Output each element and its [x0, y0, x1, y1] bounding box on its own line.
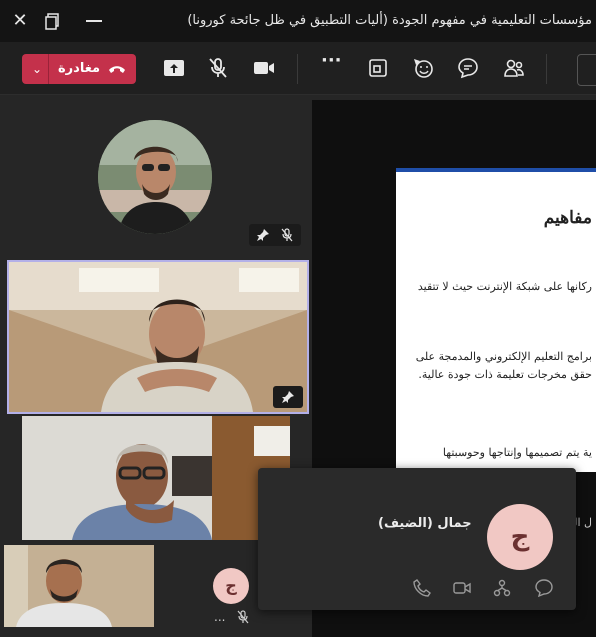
mic-off-icon[interactable] — [206, 56, 230, 80]
meeting-toolbar: ⌄ مغادرة ··· — [0, 42, 596, 95]
participant-photo — [4, 545, 154, 627]
participant-video-2[interactable] — [7, 260, 309, 414]
toolbar-divider — [546, 54, 547, 84]
guest-avatar[interactable]: ج — [213, 568, 249, 604]
minimize-icon[interactable] — [86, 20, 102, 22]
timer-box — [577, 54, 596, 86]
participant-photo — [9, 262, 307, 412]
org-chart-icon[interactable] — [492, 578, 512, 598]
camera-icon[interactable] — [252, 56, 276, 80]
tile-badges — [249, 224, 301, 246]
participant-video-1[interactable] — [98, 120, 212, 234]
participant-card: ج جمال (الضيف) — [258, 468, 576, 610]
card-avatar: ج — [487, 504, 553, 570]
slide-line: برامج التعليم الإلكتروني والمدمجة على — [415, 350, 592, 363]
more-options-icon[interactable]: ··· — [321, 50, 342, 71]
slide-heading: مفاهيم — [543, 208, 592, 228]
presentation-slide: مفاهيم ركانها على شبكة الإنترنت حيث لا ت… — [396, 168, 596, 472]
slide-line: ية يتم تصميمها وإنتاجها وحوسبتها — [442, 446, 592, 459]
leave-button[interactable]: ⌄ مغادرة — [22, 54, 136, 84]
mic-off-icon — [237, 610, 249, 624]
participant-video-3[interactable] — [22, 416, 290, 540]
pin-icon[interactable] — [256, 228, 270, 242]
participants-icon[interactable] — [502, 56, 526, 80]
slide-line: ركانها على شبكة الإنترنت حيث لا تتقيد — [417, 280, 592, 293]
share-screen-icon[interactable] — [162, 56, 186, 80]
tile-badges — [273, 386, 303, 408]
chevron-down-icon[interactable]: ⌄ — [26, 54, 49, 84]
pin-icon[interactable] — [281, 390, 295, 404]
toolbar-divider — [297, 54, 298, 84]
more-options-icon[interactable]: ... — [214, 610, 225, 624]
participant-video-4[interactable] — [4, 545, 154, 627]
card-name: جمال (الضيف) — [378, 516, 472, 531]
room-icon[interactable] — [366, 56, 390, 80]
meeting-title: مؤسسات التعليمية في مفهوم الجودة (أليات … — [187, 13, 592, 28]
mic-off-icon — [281, 228, 293, 242]
close-icon[interactable]: ✕ — [6, 0, 34, 42]
leave-label: مغادرة — [58, 61, 101, 76]
chat-icon[interactable] — [456, 56, 480, 80]
phone-icon[interactable] — [412, 578, 432, 598]
reactions-icon[interactable] — [411, 56, 435, 80]
chat-icon[interactable] — [534, 578, 554, 598]
hangup-icon — [109, 66, 125, 73]
slide-line: حقق مخرجات تعليمة ذات جودة عالية. — [418, 368, 592, 381]
participant-photo — [22, 416, 290, 540]
participant-photo — [98, 120, 212, 234]
popout-icon[interactable] — [44, 12, 62, 30]
title-bar: ✕ مؤسسات التعليمية في مفهوم الجودة (أليا… — [0, 0, 596, 42]
video-icon[interactable] — [452, 578, 472, 598]
